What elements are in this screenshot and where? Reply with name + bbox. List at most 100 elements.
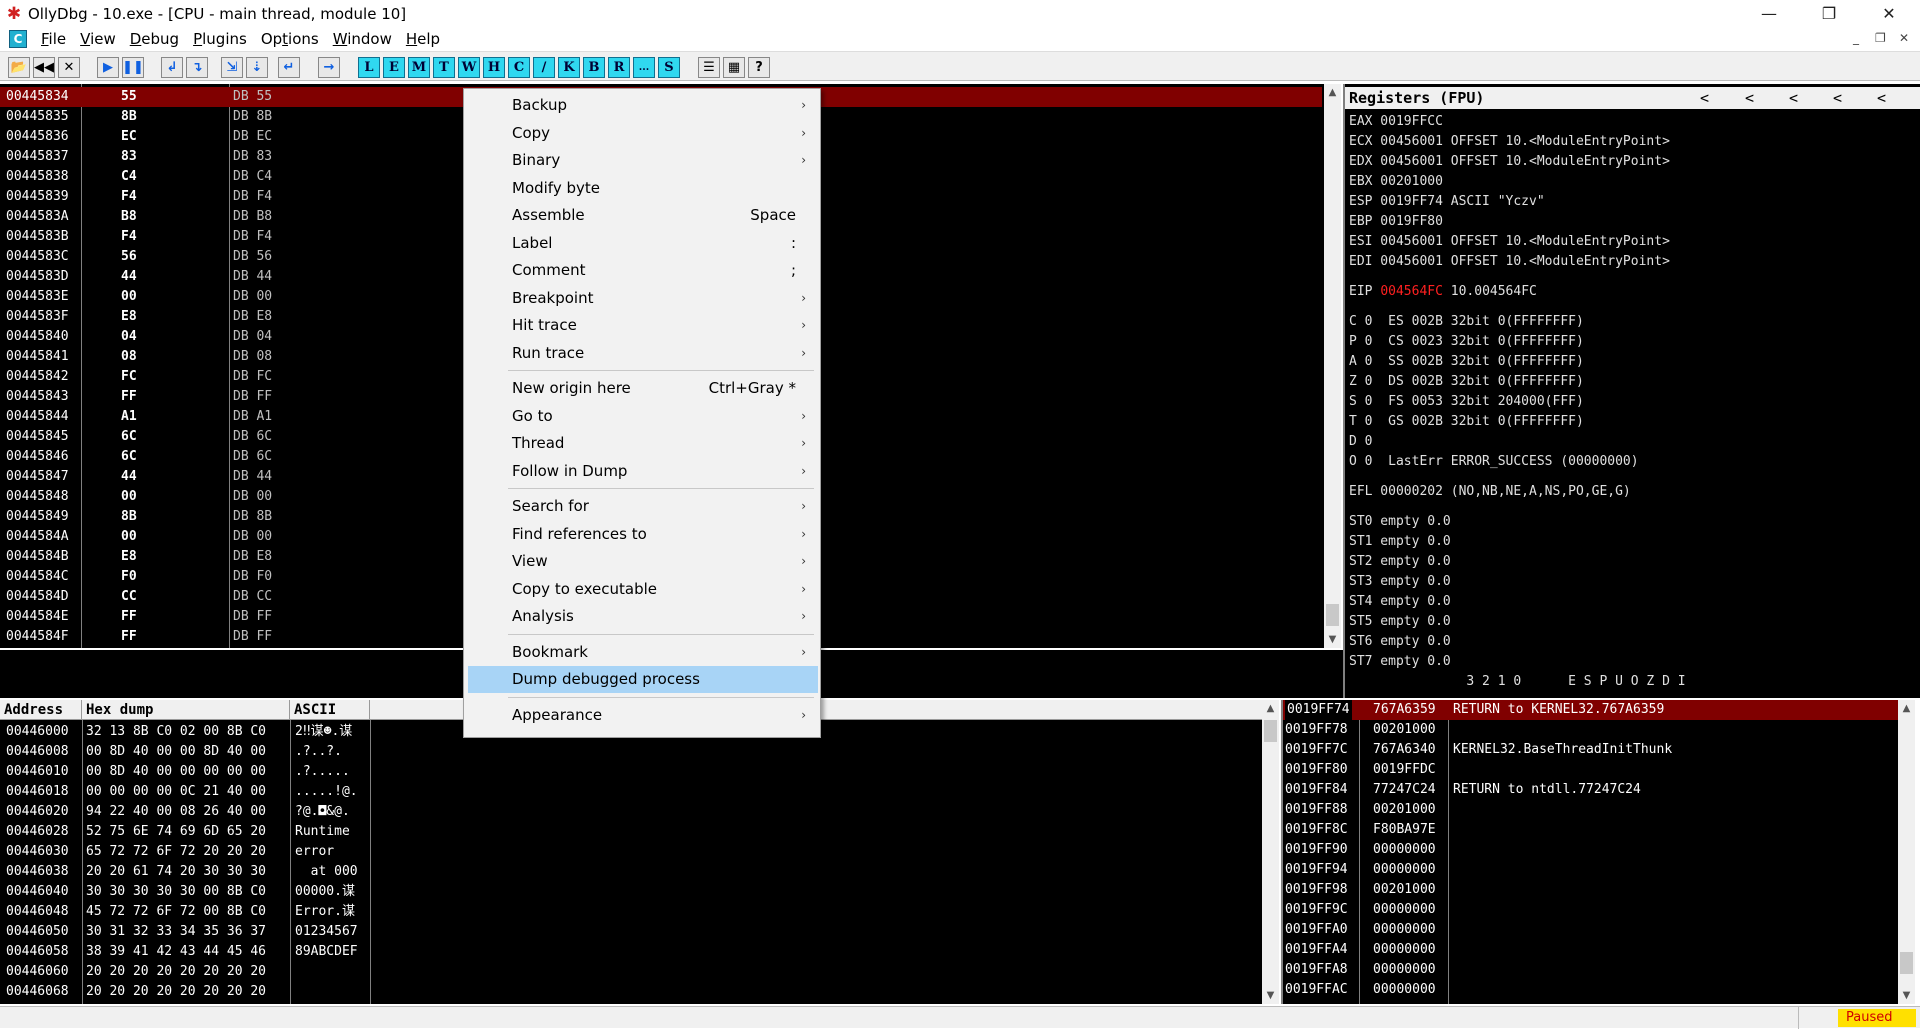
dump-row[interactable]: 00446028 52 75 6E 74 69 6D 65 20 Runtime [0, 822, 1262, 842]
scroll-down-icon[interactable]: ▼ [1262, 987, 1279, 1004]
flag-line[interactable]: P 0 CS 0023 32bit 0(FFFFFFFF) [1349, 332, 1584, 352]
stack-row[interactable]: 0019FFA8 00000000 [1283, 960, 1898, 980]
toolbar-r-button[interactable]: R [608, 57, 630, 78]
register-efl[interactable]: EFL 00000202 (NO,NB,NE,A,NS,PO,GE,G) [1349, 482, 1631, 502]
list-icon[interactable]: ☰ [698, 57, 720, 78]
menu-help[interactable]: Help [406, 30, 440, 48]
menu-tions[interactable]: Options [261, 30, 319, 48]
stack-row[interactable]: 0019FF78 00201000 [1283, 720, 1898, 740]
menu-item-go-to[interactable]: Go to › [468, 403, 818, 430]
trace-into-icon[interactable]: ⇲ [221, 57, 243, 78]
stack-row[interactable]: 0019FFAC 00000000 [1283, 980, 1898, 1000]
stack-row[interactable]: 0019FF7C 767A6340 KERNEL32.BaseThreadInitT… [1283, 740, 1898, 760]
register-line[interactable]: ESP 0019FF74 ASCII "Yczv" [1349, 192, 1545, 212]
dump-row[interactable]: 00446058 38 39 41 42 43 44 45 46 89ABCDEF [0, 942, 1262, 962]
stack-row[interactable]: 0019FF90 00000000 [1283, 840, 1898, 860]
dump-row[interactable]: 00446048 45 72 72 6F 72 00 8B C0 Error.谋 [0, 902, 1262, 922]
execute-till-return-icon[interactable]: ↵ [278, 57, 300, 78]
restart-icon[interactable]: ◀◀ [33, 57, 55, 78]
dump-row[interactable]: 00446008 00 8D 40 00 00 8D 40 00.?..?. [0, 742, 1262, 762]
mdi-minimize-button[interactable]: _ [1853, 31, 1859, 45]
registers-pane[interactable]: Registers (FPU) < < < < < EAX 0019FFCC ECX 00… [1343, 84, 1920, 698]
dump-row[interactable]: 00446018 00 00 00 00 0C 21 40 00 .....!@. [0, 782, 1262, 802]
menu-item-assemble[interactable]: Assemble Space [468, 202, 818, 229]
fpu-register-line[interactable]: ST2 empty 0.0 [1349, 552, 1451, 572]
menu-item-dump-debugged-process[interactable]: Dump debugged process [468, 666, 818, 693]
stack-row[interactable]: 0019FFA0 00000000 [1283, 920, 1898, 940]
menu-item-view[interactable]: View › [468, 548, 818, 575]
help-icon[interactable]: ? [748, 57, 770, 78]
menu-plugins[interactable]: Plugins [193, 30, 247, 48]
memory-dump-pane[interactable]: Address Hex dump ASCII 00446000 32 13 8B … [0, 700, 1262, 1004]
dump-row[interactable]: 00446040 30 30 30 30 30 00 8B C0 00000.谋 [0, 882, 1262, 902]
pause-icon[interactable]: ❚❚ [122, 57, 144, 78]
toolbar-m-button[interactable]: M [408, 57, 430, 78]
registers-nav-arrow[interactable]: < [1833, 87, 1842, 109]
dump-header-ascii[interactable]: ASCII [290, 700, 370, 720]
toolbar-s-button[interactable]: S [658, 57, 680, 78]
toolbar-h-button[interactable]: H [483, 57, 505, 78]
fpu-register-line[interactable]: ST3 empty 0.0 [1349, 572, 1451, 592]
toolbar-c-button[interactable]: C [508, 57, 530, 78]
stack-row[interactable]: 0019FF74 767A6359 RETURN to KERNEL32.767A6… [1283, 700, 1898, 720]
dump-row[interactable]: 00446050 30 31 32 33 34 35 36 37 01234567 [0, 922, 1262, 942]
flag-line[interactable]: S 0 FS 0053 32bit 204000(FFF) [1349, 392, 1584, 412]
fpu-register-line[interactable]: ST5 empty 0.0 [1349, 612, 1451, 632]
mdi-close-button[interactable]: ✕ [1899, 31, 1909, 45]
stack-row[interactable]: 0019FF84 77247C24 RETURN to ntdll.77247C24 [1283, 780, 1898, 800]
register-line[interactable]: ECX 00456001 OFFSET 10.<ModuleEntryPoint… [1349, 132, 1670, 152]
flag-line[interactable]: A 0 SS 002B 32bit 0(FFFFFFFF) [1349, 352, 1584, 372]
dump-row[interactable]: 00446020 94 22 40 00 08 26 40 00 ?@.◘&@. [0, 802, 1262, 822]
fpu-register-line[interactable]: ST6 empty 0.0 [1349, 632, 1451, 652]
stack-row[interactable]: 0019FF9C 00000000 [1283, 900, 1898, 920]
fpu-register-line[interactable]: ST4 empty 0.0 [1349, 592, 1451, 612]
run-icon[interactable]: ▶ [97, 57, 119, 78]
stack-row[interactable]: 0019FF88 00201000 [1283, 800, 1898, 820]
menu-debug[interactable]: Debug [130, 30, 179, 48]
dump-scrollbar[interactable]: ▲ ▼ [1262, 700, 1279, 1004]
mdi-restore-button[interactable]: ❐ [1875, 31, 1886, 45]
scroll-down-icon[interactable]: ▼ [1898, 987, 1915, 1004]
dump-row[interactable]: 00446060 20 20 20 20 20 20 20 20 [0, 962, 1262, 982]
close-program-icon[interactable]: ✕ [58, 57, 80, 78]
menu-item-copy-to-executable[interactable]: Copy to executable › [468, 576, 818, 603]
register-eip[interactable]: EIP 004564FC 10.004564FC [1349, 282, 1537, 302]
registers-nav-arrow[interactable]: < [1700, 87, 1709, 109]
fpu-register-line[interactable]: ST0 empty 0.0 [1349, 512, 1451, 532]
toolbar-slash-button[interactable]: / [533, 57, 555, 78]
registers-nav-arrow[interactable]: < [1877, 87, 1886, 109]
minimize-button[interactable]: — [1746, 0, 1792, 27]
flag-line[interactable]: D 0 [1349, 432, 1372, 452]
fpu-register-line[interactable]: ST7 empty 0.0 [1349, 652, 1451, 672]
menu-item-modify-byte[interactable]: Modify byte [468, 175, 818, 202]
fpu-register-line[interactable]: ST1 empty 0.0 [1349, 532, 1451, 552]
context-menu[interactable]: Backup › Copy › Binary › Modify byte Assemble Sp… [463, 88, 821, 738]
toolbar-k-button[interactable]: K [558, 57, 580, 78]
menu-item-new-origin-here[interactable]: New origin here Ctrl+Gray * [468, 375, 818, 402]
dump-header-hex[interactable]: Hex dump [82, 700, 290, 720]
scroll-up-icon[interactable]: ▲ [1898, 700, 1915, 717]
menu-file[interactable]: File [41, 30, 66, 48]
menu-item-label[interactable]: Label: [468, 230, 818, 257]
menu-item-follow-in-dump[interactable]: Follow in Dump › [468, 458, 818, 485]
disassembly-scrollbar[interactable]: ▲ ▼ [1324, 84, 1341, 648]
menu-item-search-for[interactable]: Search for › [468, 493, 818, 520]
scroll-down-icon[interactable]: ▼ [1324, 631, 1341, 648]
menu-view[interactable]: View [80, 30, 116, 48]
menu-item-breakpoint[interactable]: Breakpoint › [468, 285, 818, 312]
menu-item-find-references-to[interactable]: Find references to › [468, 521, 818, 548]
register-line[interactable]: EDX 00456001 OFFSET 10.<ModuleEntryPoint… [1349, 152, 1670, 172]
register-line[interactable]: ESI 00456001 OFFSET 10.<ModuleEntryPoint… [1349, 232, 1670, 252]
toolbar-dots-button[interactable]: ... [633, 57, 655, 78]
stack-row[interactable]: 0019FF80 0019FFDC [1283, 760, 1898, 780]
flag-line[interactable]: T 0 GS 002B 32bit 0(FFFFFFFF) [1349, 412, 1584, 432]
register-line[interactable]: EBP 0019FF80 [1349, 212, 1443, 232]
menu-item-thread[interactable]: Thread › [468, 430, 818, 457]
toolbar-l-button[interactable]: L [358, 57, 380, 78]
flag-line[interactable]: Z 0 DS 002B 32bit 0(FFFFFFFF) [1349, 372, 1584, 392]
menu-item-backup[interactable]: Backup › [468, 92, 818, 119]
close-button[interactable]: ✕ [1866, 0, 1912, 27]
registers-nav-arrow[interactable]: < [1745, 87, 1754, 109]
dump-header-address[interactable]: Address [0, 700, 82, 720]
stack-pane[interactable]: 0019FF74 767A6359 RETURN to KERNEL32.767A6… [1281, 700, 1898, 1004]
